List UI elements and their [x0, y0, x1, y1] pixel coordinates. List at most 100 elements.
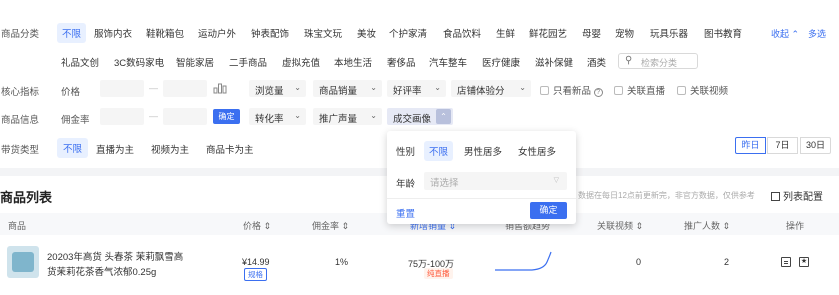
list-note: 数据在每日12点前更新完，非官方数据，仅供参考 — [578, 191, 755, 200]
category-item[interactable]: 宠物 — [615, 26, 634, 40]
dropdown-store-score[interactable]: 店铺体验分 ⌄ — [451, 80, 531, 97]
age-select[interactable]: 请选择 ▽ — [424, 172, 567, 190]
dropdown-rating[interactable]: 好评率 ⌄ — [387, 80, 446, 97]
dropdown-sales[interactable]: 商品销量 ⌄ — [313, 80, 382, 97]
column-commission[interactable]: 佣金率 ⇕ — [312, 219, 349, 232]
multi-select-button[interactable]: 多选 — [808, 27, 826, 40]
commission-label: 佣金率 — [61, 115, 90, 126]
gender-male[interactable]: 男性居多 — [464, 144, 502, 158]
dropdown-buyer-profile[interactable]: 成交画像 ⌃ — [387, 108, 453, 125]
chevron-down-icon: ⌄ — [370, 83, 377, 92]
category-search-input[interactable]: ⚲ 检索分类 — [618, 53, 698, 69]
price-label: 价格 — [61, 87, 81, 98]
category-item[interactable]: 玩具乐器 — [650, 26, 688, 40]
category-item[interactable]: 智能家居 — [176, 55, 214, 69]
category-item[interactable]: 礼品文创 — [61, 55, 99, 69]
category-item[interactable]: 滋补保健 — [535, 55, 573, 69]
category-item[interactable]: 珠宝文玩 — [304, 26, 342, 40]
checkbox-box — [614, 86, 623, 95]
gender-label: 性别 — [396, 147, 416, 158]
category-item[interactable]: 美妆 — [357, 26, 376, 40]
age-select-placeholder: 请选择 — [430, 178, 459, 189]
star-icon[interactable]: ★ — [799, 257, 809, 267]
carry-type-label: 带货类型 — [1, 145, 40, 156]
list-title: 商品列表 — [0, 190, 53, 205]
category-item[interactable]: 运动户外 — [198, 26, 236, 40]
dropdown-promo-volume[interactable]: 推广声量 ⌄ — [313, 108, 382, 125]
commission-min-input[interactable] — [100, 108, 144, 125]
product-videos: 0 — [636, 257, 642, 267]
sales-live-tag: 纯直播 — [424, 268, 453, 279]
carry-type-item[interactable]: 视频为主 — [151, 142, 189, 156]
checkbox-box — [540, 86, 549, 95]
gender-all[interactable]: 不限 — [424, 141, 454, 161]
category-item[interactable]: 母婴 — [582, 26, 601, 40]
commission-confirm-button[interactable]: 确定 — [213, 109, 240, 124]
age-label: 年龄 — [396, 179, 416, 190]
column-actions: 操作 — [786, 221, 805, 231]
checkbox-linked-video[interactable]: 关联视频 — [677, 83, 728, 97]
date-range-yesterday[interactable]: 昨日 — [735, 137, 766, 154]
price-min-input[interactable] — [100, 80, 144, 97]
column-promoters[interactable]: 推广人数 ⇕ — [684, 219, 730, 232]
carry-type-item[interactable]: 商品卡为主 — [206, 142, 254, 156]
category-item[interactable]: 奢侈品 — [387, 55, 416, 69]
popup-confirm-button[interactable]: 确定 — [530, 202, 567, 219]
carry-type-item[interactable]: 直播为主 — [96, 142, 134, 156]
category-item[interactable]: 本地生活 — [334, 55, 372, 69]
category-item[interactable]: 生鲜 — [496, 26, 515, 40]
carry-type-all[interactable]: 不限 — [57, 138, 89, 158]
bar-chart-icon[interactable] — [213, 82, 227, 94]
category-item[interactable]: 食品饮料 — [443, 26, 481, 40]
detail-icon[interactable] — [781, 257, 791, 267]
product-name-line2[interactable]: 货茉莉花茶香气浓郁0.25g — [47, 264, 156, 278]
category-item[interactable]: 服饰内衣 — [94, 26, 132, 40]
category-item[interactable]: 虚拟充值 — [282, 55, 320, 69]
checkbox-new-only[interactable]: 只看新品 ? — [540, 83, 603, 97]
reset-button[interactable]: 重置 — [396, 206, 415, 220]
price-max-input[interactable] — [163, 80, 207, 97]
search-icon: ⚲ — [625, 55, 633, 66]
buyer-profile-popup: 性别 不限 男性居多 女性居多 年龄 请选择 ▽ 重置 确定 — [387, 131, 576, 224]
commission-max-input[interactable] — [163, 108, 207, 125]
product-info-label: 商品信息 — [1, 115, 40, 126]
product-name-line1[interactable]: 20203年高货 头春茶 茉莉飘雪高 — [47, 249, 183, 263]
chevron-down-icon: ⌄ — [294, 111, 301, 120]
category-item[interactable]: 医疗健康 — [482, 55, 520, 69]
chevron-down-icon: ⌄ — [294, 83, 301, 92]
popup-divider — [387, 198, 576, 199]
gender-female[interactable]: 女性居多 — [518, 144, 556, 158]
category-item[interactable]: 钟表配饰 — [251, 26, 289, 40]
range-dash: — — [149, 111, 158, 121]
chevron-down-icon: ⌄ — [370, 111, 377, 120]
collapse-button[interactable]: 收起 ⌃ — [771, 27, 799, 40]
chevron-down-icon: ▽ — [553, 177, 559, 184]
category-item[interactable]: 汽车整车 — [429, 55, 467, 69]
column-videos[interactable]: 关联视频 ⇕ — [597, 219, 643, 232]
sales-trend-sparkline — [495, 251, 552, 271]
category-item[interactable]: 图书教育 — [704, 26, 742, 40]
dropdown-views[interactable]: 浏览量 ⌄ — [249, 80, 306, 97]
list-config-button[interactable]: 列表配置 — [771, 188, 823, 203]
column-price[interactable]: 价格 ⇕ — [243, 219, 271, 232]
checkbox-linked-live[interactable]: 关联直播 — [614, 83, 665, 97]
category-item[interactable]: 3C数码家电 — [114, 55, 164, 69]
chevron-down-icon: ⌄ — [519, 83, 526, 92]
table-row[interactable]: 20203年高货 头春茶 茉莉飘雪高 货茉莉花茶香气浓郁0.25g ¥14.99… — [0, 236, 839, 295]
product-thumbnail[interactable] — [7, 246, 39, 278]
category-item[interactable]: 二手商品 — [229, 55, 267, 69]
price-spec-tag[interactable]: 规格 — [244, 268, 267, 281]
dropdown-conversion[interactable]: 转化率 ⌄ — [249, 108, 306, 125]
category-item[interactable]: 鲜花园艺 — [529, 26, 567, 40]
category-item[interactable]: 鞋靴箱包 — [146, 26, 184, 40]
category-all[interactable]: 不限 — [57, 23, 87, 43]
chevron-down-icon: ⌄ — [434, 83, 441, 92]
date-range-7d[interactable]: 7日 — [767, 137, 798, 154]
product-commission: 1% — [335, 257, 349, 267]
chevron-up-icon: ⌃ — [791, 29, 800, 39]
date-range-30d[interactable]: 30日 — [800, 137, 831, 154]
category-item[interactable]: 个护家清 — [389, 26, 427, 40]
category-item[interactable]: 酒类 — [587, 55, 606, 69]
core-metric-label: 核心指标 — [1, 87, 40, 98]
chevron-up-icon: ⌃ — [436, 109, 451, 124]
